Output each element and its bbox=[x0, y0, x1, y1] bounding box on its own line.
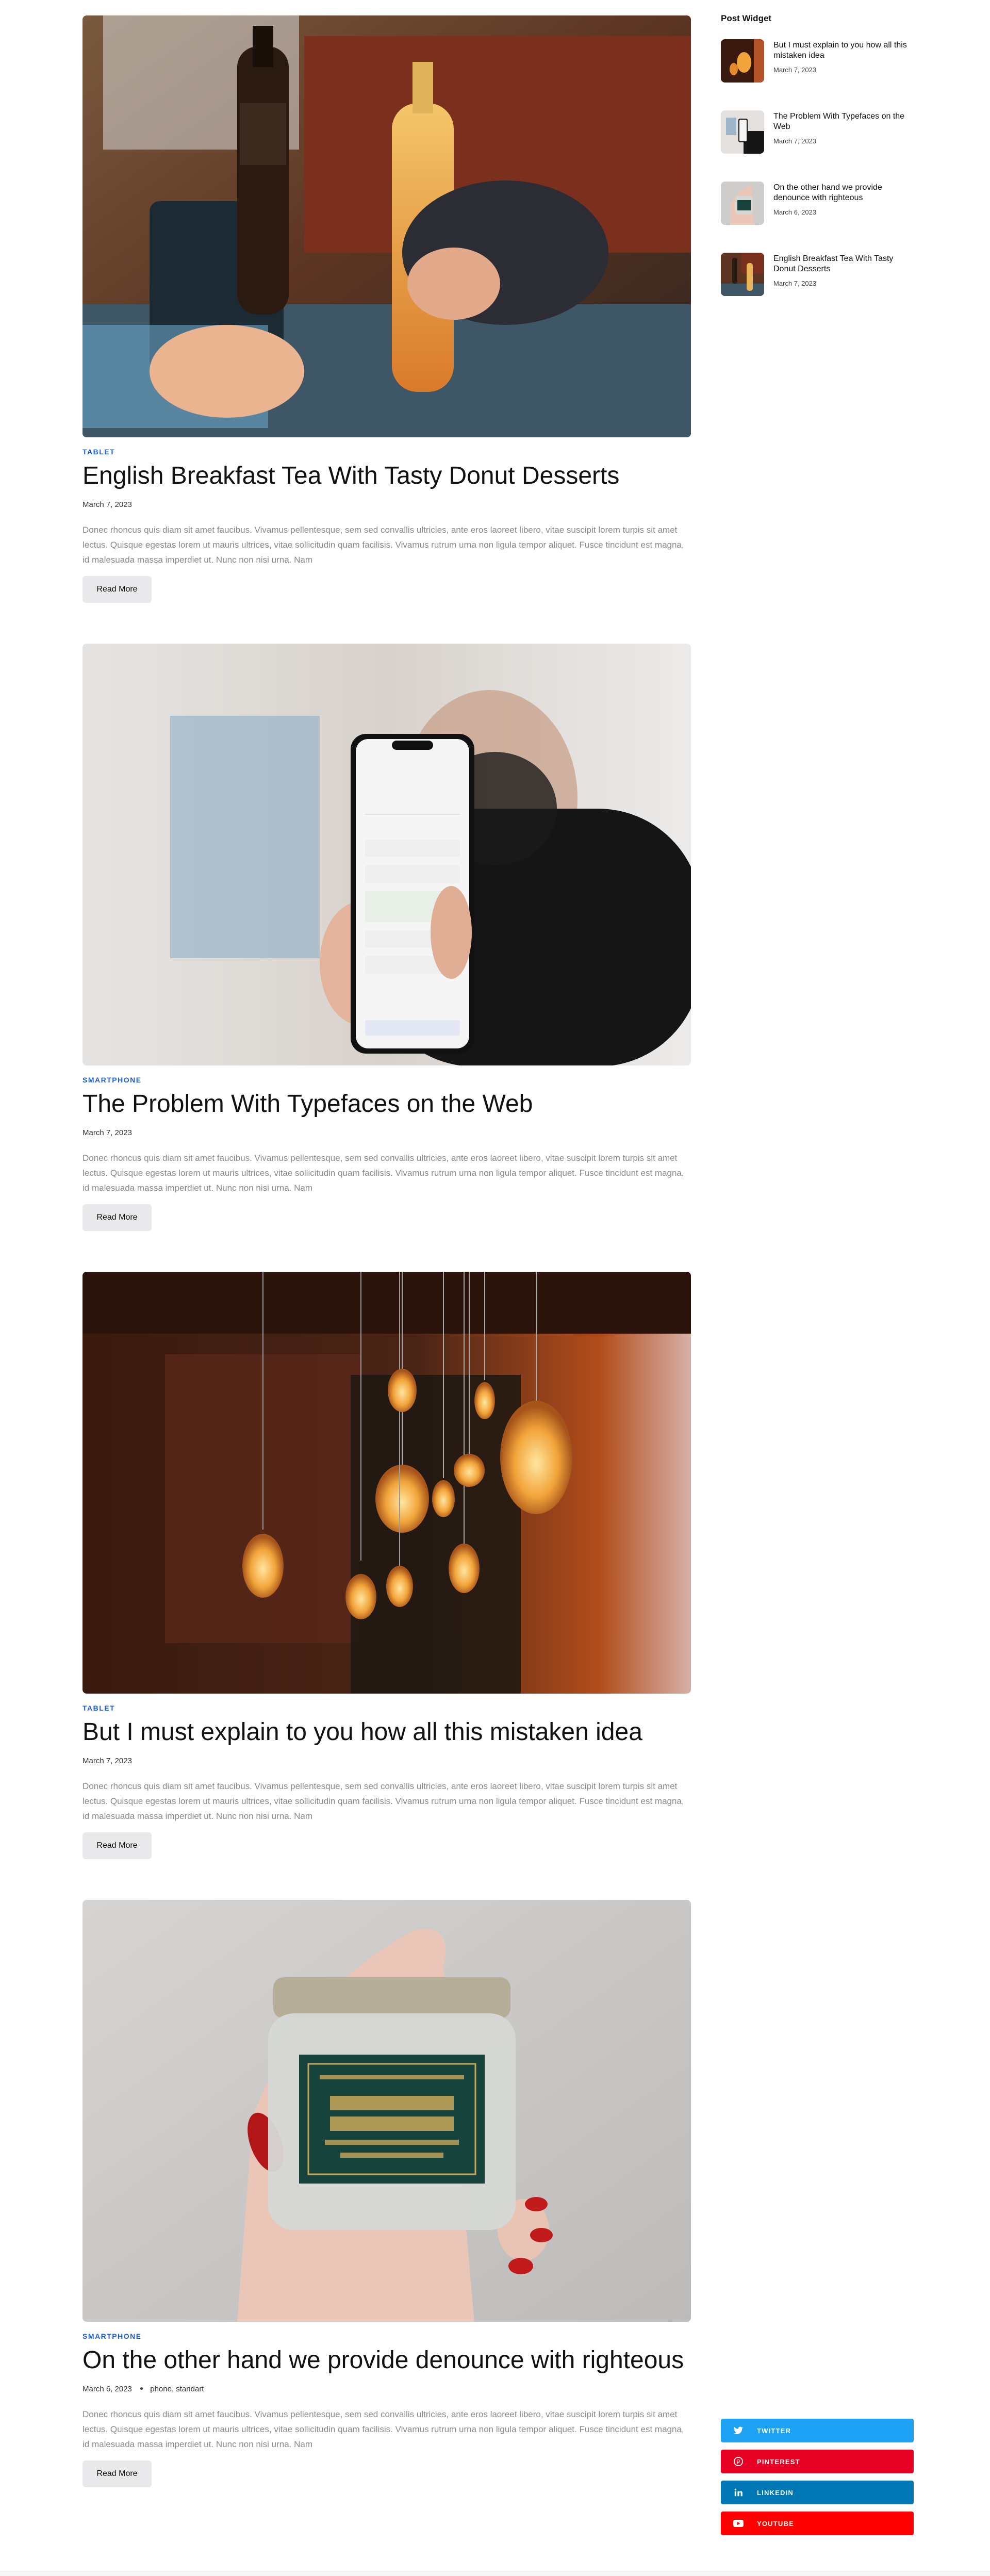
post-image-hanging-bulbs[interactable] bbox=[82, 1272, 691, 1694]
post-card: SMARTPHONE On the other hand we provide … bbox=[82, 1900, 691, 2487]
widget-post-item[interactable]: The Problem With Typefaces on the Web Ma… bbox=[721, 110, 914, 155]
post-date: March 7, 2023 bbox=[82, 1757, 132, 1765]
post-meta: March 7, 2023 bbox=[82, 1128, 132, 1137]
widget-post-title[interactable]: But I must explain to you how all this m… bbox=[773, 40, 914, 61]
pinterest-icon bbox=[732, 2455, 745, 2468]
post-date: March 7, 2023 bbox=[82, 1128, 132, 1137]
linkedin-button[interactable]: LINKEDIN bbox=[721, 2481, 914, 2504]
post-meta: March 6, 2023 phone, standart bbox=[82, 2385, 204, 2393]
twitter-label: TWITTER bbox=[757, 2426, 791, 2435]
post-date: March 6, 2023 bbox=[82, 2385, 132, 2393]
footer-divider bbox=[0, 2571, 990, 2576]
post-card: SMARTPHONE The Problem With Typefaces on… bbox=[82, 644, 691, 1231]
read-more-button[interactable]: Read More bbox=[82, 1832, 152, 1859]
widget-post-item[interactable]: But I must explain to you how all this m… bbox=[721, 39, 914, 84]
post-excerpt: Donec rhoncus quis diam sit amet faucibu… bbox=[82, 525, 684, 565]
post-title[interactable]: The Problem With Typefaces on the Web bbox=[82, 1089, 533, 1119]
linkedin-icon bbox=[732, 2486, 745, 2499]
read-more-button[interactable]: Read More bbox=[82, 1204, 152, 1231]
post-image-candle-jar[interactable] bbox=[82, 1900, 691, 2322]
linkedin-label: LINKEDIN bbox=[757, 2488, 794, 2497]
post-card: TABLET But I must explain to you how all… bbox=[82, 1272, 691, 1859]
youtube-label: YOUTUBE bbox=[757, 2519, 794, 2528]
post-category[interactable]: TABLET bbox=[82, 448, 115, 456]
youtube-button[interactable]: YOUTUBE bbox=[721, 2512, 914, 2535]
post-category[interactable]: TABLET bbox=[82, 1704, 115, 1712]
post-title[interactable]: But I must explain to you how all this m… bbox=[82, 1717, 642, 1747]
widget-post-thumbnail[interactable] bbox=[721, 182, 764, 225]
post-excerpt: Donec rhoncus quis diam sit amet faucibu… bbox=[82, 2409, 684, 2449]
widget-post-item[interactable]: English Breakfast Tea With Tasty Donut D… bbox=[721, 253, 914, 297]
post-widget-title: Post Widget bbox=[721, 13, 772, 23]
read-more-button[interactable]: Read More bbox=[82, 576, 152, 603]
widget-post-date: March 7, 2023 bbox=[773, 137, 817, 145]
widget-post-title[interactable]: On the other hand we provide denounce wi… bbox=[773, 183, 914, 203]
post-title[interactable]: On the other hand we provide denounce wi… bbox=[82, 2345, 684, 2375]
post-tags[interactable]: phone, standart bbox=[150, 2385, 204, 2393]
post-title[interactable]: English Breakfast Tea With Tasty Donut D… bbox=[82, 461, 619, 491]
post-image-beer-bottles[interactable] bbox=[82, 15, 691, 437]
post-excerpt: Donec rhoncus quis diam sit amet faucibu… bbox=[82, 1781, 684, 1821]
post-date: March 7, 2023 bbox=[82, 500, 132, 509]
widget-post-date: March 7, 2023 bbox=[773, 280, 817, 287]
post-card: TABLET English Breakfast Tea With Tasty … bbox=[82, 15, 691, 603]
post-category[interactable]: SMARTPHONE bbox=[82, 1076, 142, 1084]
twitter-button[interactable]: TWITTER bbox=[721, 2419, 914, 2442]
post-category[interactable]: SMARTPHONE bbox=[82, 2332, 142, 2340]
widget-post-date: March 7, 2023 bbox=[773, 66, 817, 74]
widget-post-item[interactable]: On the other hand we provide denounce wi… bbox=[721, 182, 914, 226]
youtube-icon bbox=[732, 2517, 745, 2530]
widget-post-title[interactable]: English Breakfast Tea With Tasty Donut D… bbox=[773, 254, 914, 274]
widget-post-title[interactable]: The Problem With Typefaces on the Web bbox=[773, 111, 914, 132]
widget-post-thumbnail[interactable] bbox=[721, 253, 764, 296]
twitter-icon bbox=[732, 2424, 745, 2437]
post-excerpt: Donec rhoncus quis diam sit amet faucibu… bbox=[82, 1153, 684, 1193]
pinterest-button[interactable]: PINTEREST bbox=[721, 2450, 914, 2473]
post-meta: March 7, 2023 bbox=[82, 500, 132, 509]
meta-separator bbox=[140, 2387, 143, 2390]
read-more-button[interactable]: Read More bbox=[82, 2460, 152, 2487]
post-image-phone-hand[interactable] bbox=[82, 644, 691, 1065]
widget-post-date: March 6, 2023 bbox=[773, 208, 817, 216]
pinterest-label: PINTEREST bbox=[757, 2457, 800, 2466]
post-meta: March 7, 2023 bbox=[82, 1757, 132, 1765]
widget-post-thumbnail[interactable] bbox=[721, 39, 764, 83]
widget-post-thumbnail[interactable] bbox=[721, 110, 764, 154]
